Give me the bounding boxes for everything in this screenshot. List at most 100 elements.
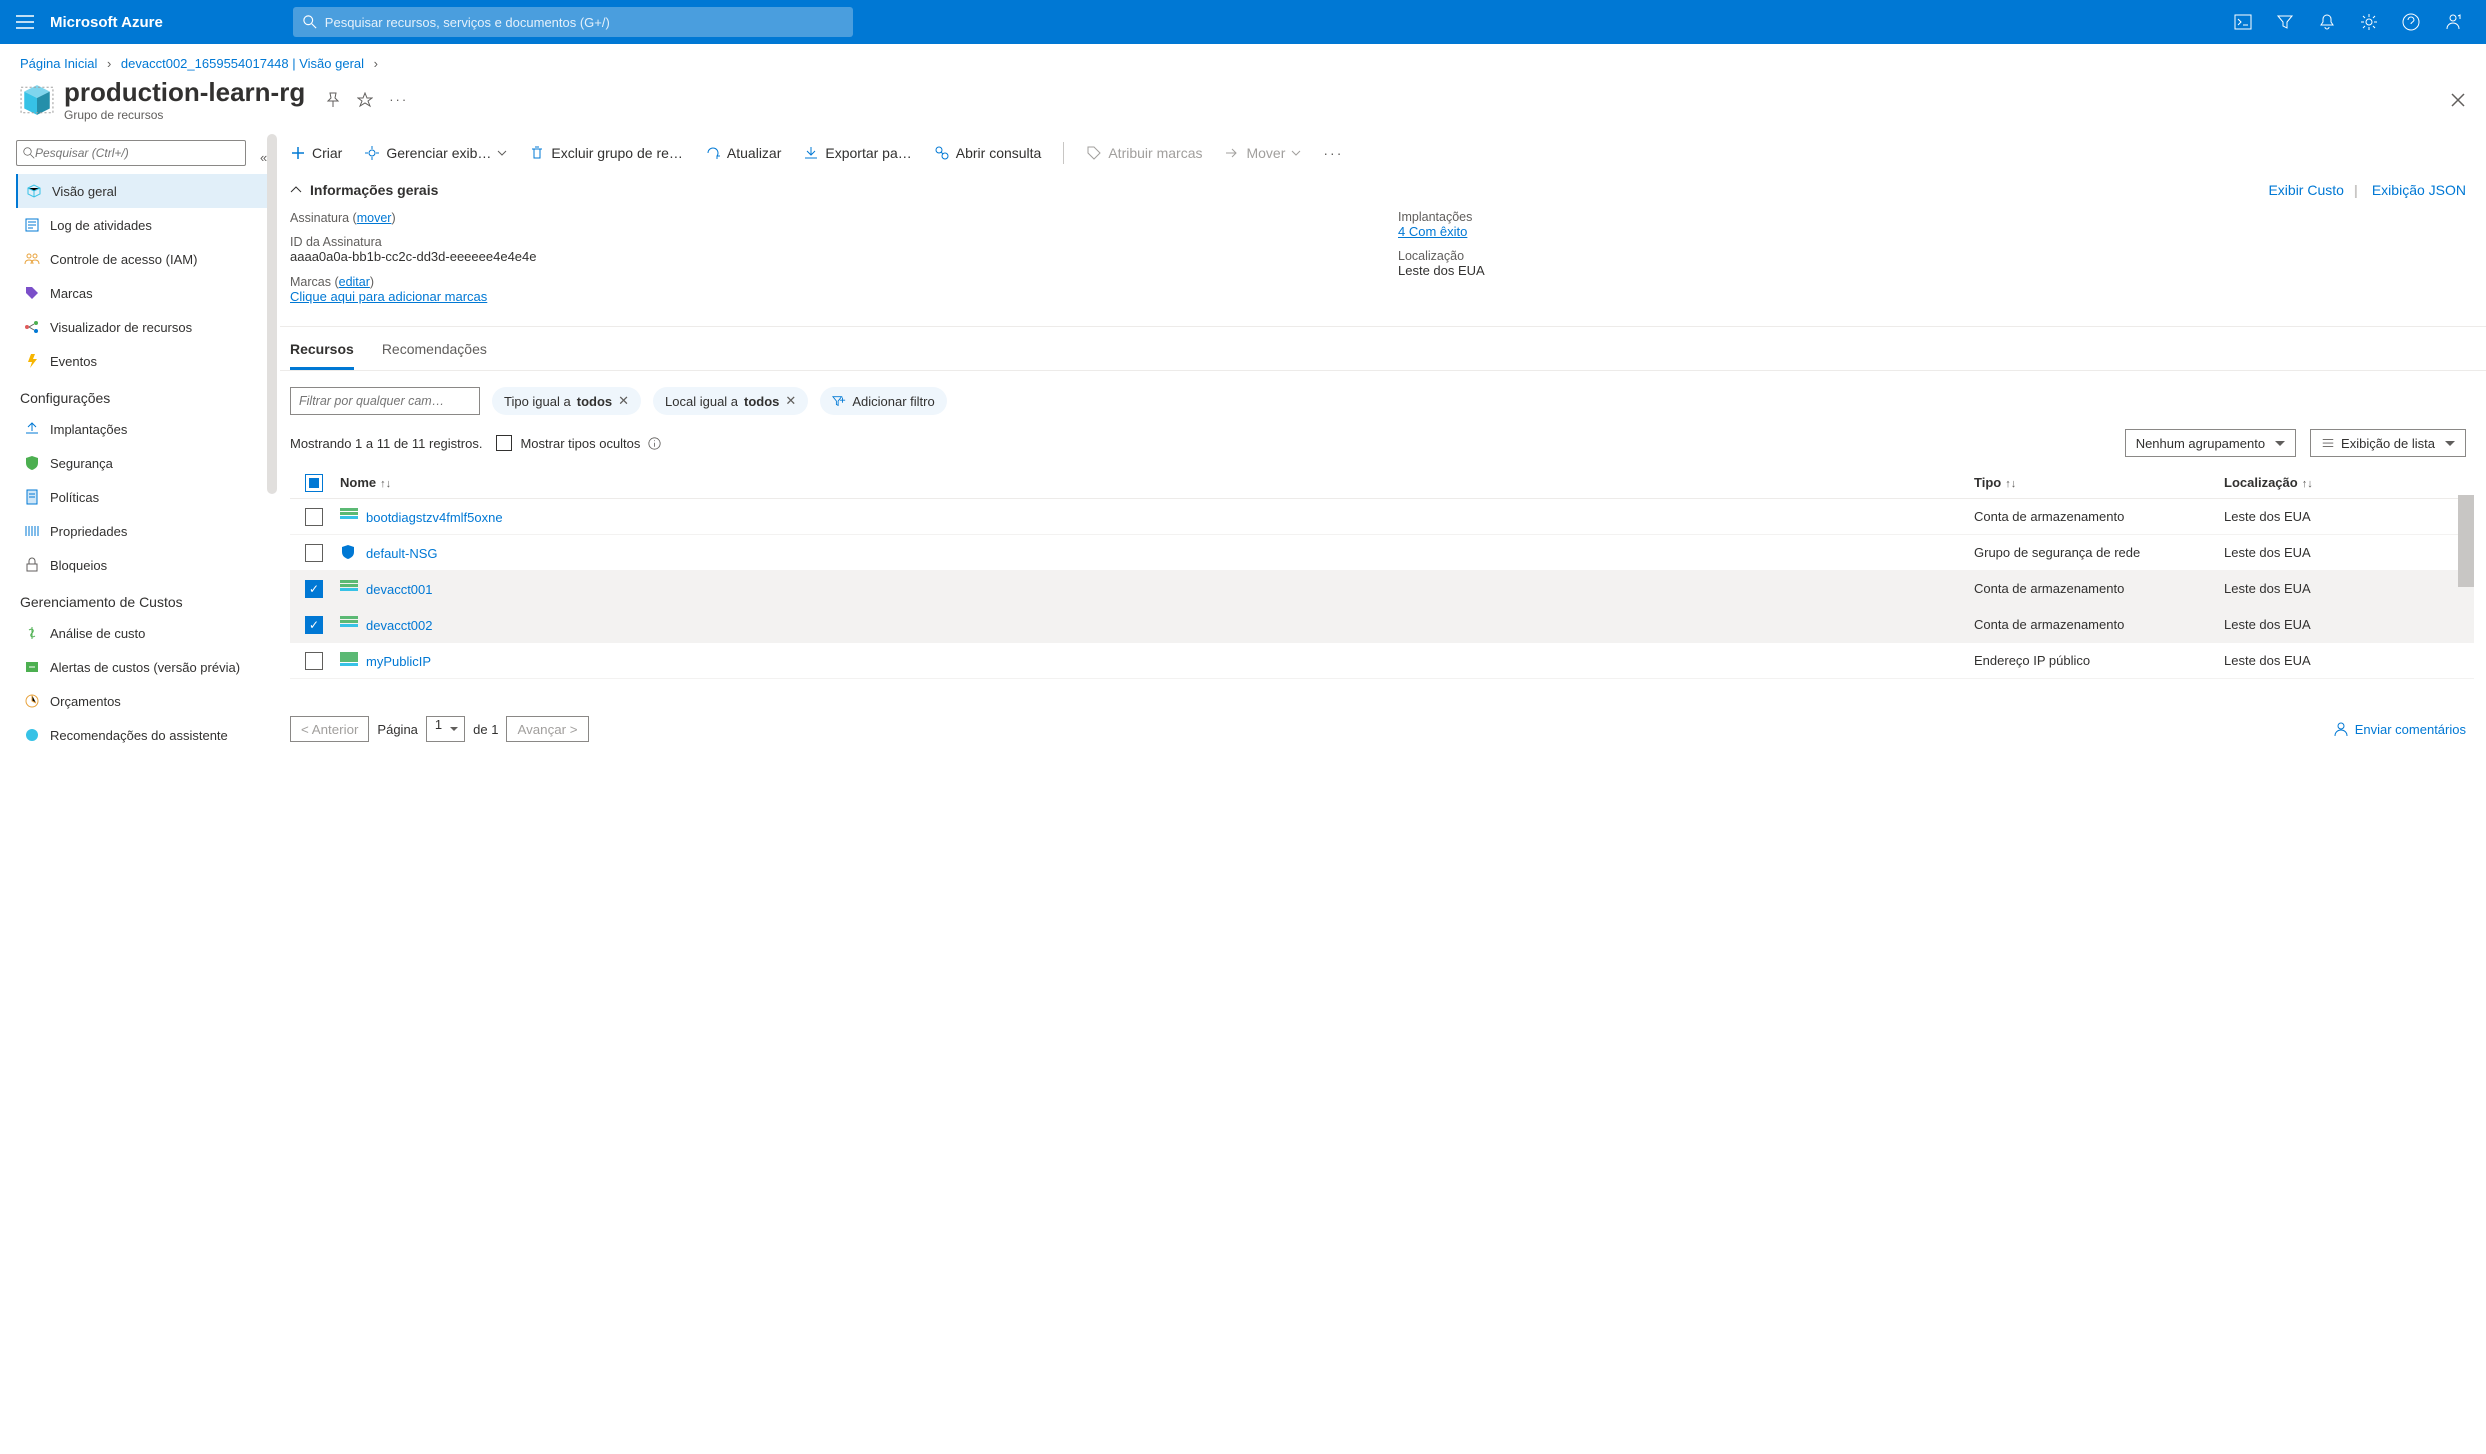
sidebar-item-iam[interactable]: Controle de acesso (IAM)	[16, 242, 271, 276]
info-icon[interactable]	[648, 437, 661, 450]
hamburger-menu[interactable]	[0, 15, 50, 29]
resource-link[interactable]: devacct001	[366, 582, 433, 597]
prev-page-button[interactable]: < Anterior	[290, 716, 369, 742]
show-hidden-checkbox[interactable]: Mostrar tipos ocultos	[496, 435, 661, 451]
global-search-input[interactable]	[325, 15, 843, 30]
global-search[interactable]	[293, 7, 853, 37]
move-subscription-link[interactable]: mover	[357, 211, 392, 225]
filter-pill-location[interactable]: Local igual a todos ✕	[653, 387, 808, 415]
sidebar-item-tags[interactable]: Marcas	[16, 276, 271, 310]
sidebar-item-activity-log[interactable]: Log de atividades	[16, 208, 271, 242]
table-scrollbar[interactable]	[2458, 495, 2474, 587]
pin-icon[interactable]	[325, 92, 341, 108]
sidebar-item-security[interactable]: Segurança	[16, 446, 271, 480]
row-checkbox[interactable]: ✓	[305, 616, 323, 634]
title-row: production-learn-rg Grupo de recursos ··…	[0, 71, 2486, 122]
sidebar-item-budgets[interactable]: Orçamentos	[16, 684, 271, 718]
sidebar-item-advisor[interactable]: Recomendações do assistente	[16, 718, 271, 752]
resource-link[interactable]: devacct002	[366, 618, 433, 633]
star-icon[interactable]	[357, 92, 373, 108]
row-checkbox[interactable]	[305, 544, 323, 562]
resource-link[interactable]: default-NSG	[366, 546, 438, 561]
sidebar-item-properties[interactable]: Propriedades	[16, 514, 271, 548]
feedback-icon[interactable]	[2444, 13, 2462, 31]
sidebar-item-label: Propriedades	[50, 524, 127, 539]
view-dropdown[interactable]: Exibição de lista	[2310, 429, 2466, 457]
essentials: Assinatura (mover) ID da Assinatura aaaa…	[280, 206, 2486, 327]
row-checkbox[interactable]	[305, 652, 323, 670]
essentials-header[interactable]: Informações gerais Exibir Custo | Exibiç…	[280, 174, 2486, 206]
tab-resources[interactable]: Recursos	[290, 341, 354, 370]
table-row[interactable]: ✓devacct001Conta de armazenamentoLeste d…	[290, 571, 2474, 607]
sidebar-search[interactable]	[16, 140, 246, 166]
chevron-up-icon	[290, 184, 302, 196]
resource-location: Leste dos EUA	[2224, 617, 2474, 632]
location-value: Leste dos EUA	[1398, 263, 2466, 278]
row-checkbox[interactable]: ✓	[305, 580, 323, 598]
view-cost-link[interactable]: Exibir Custo	[2268, 182, 2343, 198]
table-row[interactable]: ✓ devacct002 Conta de armazenamentoLeste d…	[290, 607, 2474, 643]
next-page-button[interactable]: Avançar >	[506, 716, 588, 742]
close-blade-button[interactable]	[2450, 92, 2466, 108]
resource-type: Conta de armazenamento	[1974, 617, 2224, 632]
filter-input[interactable]	[290, 387, 480, 415]
col-loc-header[interactable]: Localização↑↓	[2224, 475, 2474, 490]
table-row[interactable]: myPublicIPEndereço IP públicoLeste dos E…	[290, 643, 2474, 679]
col-type-header[interactable]: Tipo↑↓	[1974, 475, 2224, 490]
col-name-header[interactable]: Nome↑↓	[338, 475, 1974, 490]
properties-icon	[24, 523, 40, 539]
more-icon[interactable]: ···	[1323, 145, 1343, 161]
breadcrumb-path[interactable]: devacct002_1659554017448 | Visão geral	[121, 56, 364, 71]
row-checkbox[interactable]	[305, 508, 323, 526]
sidebar-item-events[interactable]: Eventos	[16, 344, 271, 378]
iam-icon	[24, 251, 40, 267]
send-feedback-link[interactable]: Enviar comentários	[2333, 721, 2466, 737]
cmd-move[interactable]: Mover	[1224, 145, 1301, 161]
breadcrumb-home[interactable]: Página Inicial	[20, 56, 97, 71]
filter-pill-type[interactable]: Tipo igual a todos ✕	[492, 387, 641, 415]
sidebar-item-cost-analysis[interactable]: Análise de custo	[16, 616, 271, 650]
table-row[interactable]: bootdiagstzv4fmlf5oxneConta de armazenam…	[290, 499, 2474, 535]
resource-link[interactable]: myPublicIP	[366, 654, 431, 669]
tab-recommendations[interactable]: Recomendações	[382, 341, 487, 370]
page-select[interactable]: 1	[426, 716, 465, 742]
filter-icon[interactable]	[2276, 13, 2294, 31]
sidebar-item-overview[interactable]: Visão geral	[16, 174, 271, 208]
cmd-delete-rg[interactable]: Excluir grupo de re…	[529, 145, 683, 161]
events-icon	[24, 353, 40, 369]
arrow-right-icon	[1224, 145, 1240, 161]
edit-tags-link[interactable]: editar	[339, 275, 370, 289]
cloud-shell-icon[interactable]	[2234, 13, 2252, 31]
close-icon[interactable]: ✕	[618, 393, 629, 409]
filters-row: Tipo igual a todos ✕ Local igual a todos…	[280, 371, 2486, 427]
more-icon[interactable]: ···	[389, 92, 408, 107]
cmd-open-query[interactable]: Abrir consulta	[934, 145, 1042, 161]
table-row[interactable]: default-NSGGrupo de segurança de redeLes…	[290, 535, 2474, 571]
deployments-link[interactable]: 4 Com êxito	[1398, 224, 1467, 239]
cmd-export[interactable]: Exportar pa…	[803, 145, 911, 161]
cmd-manage-view[interactable]: Gerenciar exib…	[364, 145, 507, 161]
sidebar-search-input[interactable]	[35, 146, 239, 160]
close-icon[interactable]: ✕	[785, 393, 796, 409]
sidebar-scrollbar[interactable]	[267, 134, 277, 494]
json-view-link[interactable]: Exibição JSON	[2372, 182, 2466, 198]
add-filter-button[interactable]: Adicionar filtro	[820, 387, 946, 415]
cmd-assign-tags[interactable]: Atribuir marcas	[1086, 145, 1202, 161]
settings-icon[interactable]	[2360, 13, 2378, 31]
cmd-create[interactable]: Criar	[290, 145, 342, 161]
notifications-icon[interactable]	[2318, 13, 2336, 31]
budget-icon	[24, 693, 40, 709]
brand[interactable]: Microsoft Azure	[50, 14, 223, 31]
sidebar-item-deployments[interactable]: Implantações	[16, 412, 271, 446]
add-tags-link[interactable]: Clique aqui para adicionar marcas	[290, 289, 487, 304]
cmd-refresh[interactable]: Atualizar	[705, 145, 781, 161]
sidebar-item-locks[interactable]: Bloqueios	[16, 548, 271, 582]
sidebar-item-policies[interactable]: Políticas	[16, 480, 271, 514]
sidebar-item-cost-alerts[interactable]: Alertas de custos (versão prévia)	[16, 650, 271, 684]
help-icon[interactable]	[2402, 13, 2420, 31]
grouping-dropdown[interactable]: Nenhum agrupamento	[2125, 429, 2296, 457]
resource-link[interactable]: bootdiagstzv4fmlf5oxne	[366, 510, 503, 525]
select-all-checkbox[interactable]	[305, 474, 323, 492]
sidebar-item-resource-visualizer[interactable]: Visualizador de recursos	[16, 310, 271, 344]
deploy-icon	[24, 421, 40, 437]
